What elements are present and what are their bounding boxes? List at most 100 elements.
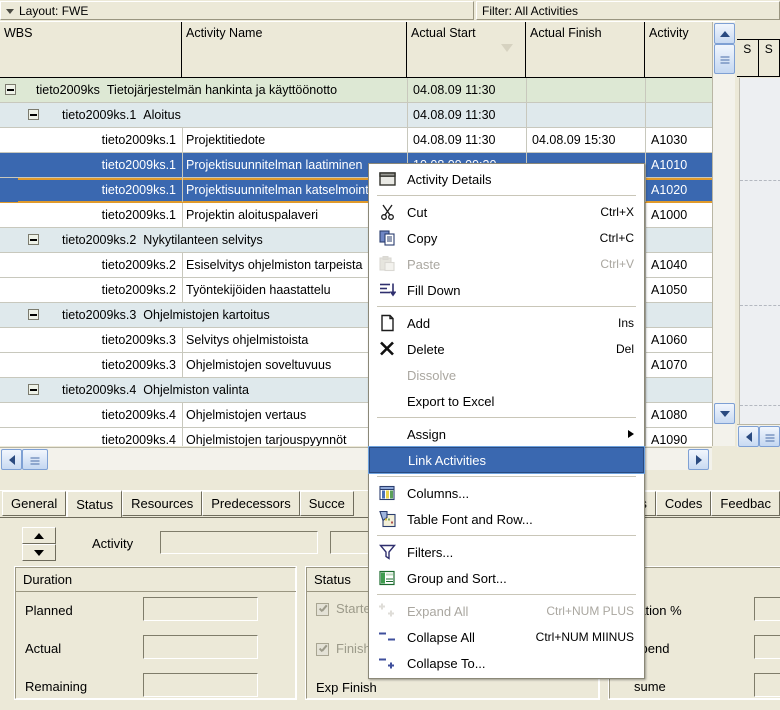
- table-row[interactable]: tieto2009ks.1 Aloitus04.08.09 11:30: [0, 103, 735, 128]
- cell-activity-id: [645, 78, 711, 102]
- gantt-chart-pane[interactable]: S S: [737, 21, 780, 446]
- detail-tabstrip-left[interactable]: General StatusResources Predecessors Succe: [2, 491, 354, 517]
- delete-icon: [379, 341, 396, 358]
- menu-item-collapse-all[interactable]: Collapse AllCtrl+NUM MIINUS: [369, 624, 644, 650]
- tab-label: Codes: [665, 496, 703, 511]
- timescale-day: S: [737, 40, 759, 76]
- menu-item-activity-details[interactable]: Activity Details: [369, 166, 644, 192]
- scroll-up-button[interactable]: [714, 23, 735, 44]
- cell-actual-start: 04.08.09 11:30: [407, 128, 525, 152]
- column-header-activity-name[interactable]: Activity Name: [182, 22, 407, 78]
- menu-item-add[interactable]: AddIns: [369, 310, 644, 336]
- column-header-activity[interactable]: Activity: [645, 22, 712, 78]
- menu-item-group-and-sort[interactable]: Group and Sort...: [369, 565, 644, 591]
- sort-descending-icon: [501, 44, 513, 52]
- scroll-thumb[interactable]: [759, 426, 780, 447]
- collapse-expander-icon[interactable]: [28, 309, 39, 320]
- menu-item-label: Expand All: [407, 604, 468, 619]
- table-row[interactable]: tieto2009ks Tietojärjestelmän hankinta j…: [0, 78, 735, 103]
- menu-separator: [377, 476, 636, 477]
- scroll-down-button[interactable]: [714, 403, 735, 424]
- spinner-up-button[interactable]: [22, 527, 56, 544]
- menu-item-label: Columns...: [407, 486, 469, 501]
- menu-item-label: Link Activities: [408, 453, 486, 468]
- menu-item-table-font-and-row[interactable]: Table Font and Row...: [369, 506, 644, 532]
- tab-succe[interactable]: Succe: [300, 491, 354, 516]
- menu-item-columns[interactable]: Columns...: [369, 480, 644, 506]
- activity-context-menu[interactable]: Activity DetailsCutCtrl+XCopyCtrl+CPaste…: [368, 163, 645, 679]
- grid-vertical-scrollbar[interactable]: [712, 22, 735, 446]
- spinner-down-button[interactable]: [22, 544, 56, 561]
- filter-selector[interactable]: Filter: All Activities: [476, 1, 780, 20]
- layout-selector[interactable]: Layout: FWE: [0, 1, 474, 20]
- cell-activity-id: A1030: [645, 128, 711, 152]
- collapse-expander-icon[interactable]: [28, 109, 39, 120]
- menu-item-filters[interactable]: Filters...: [369, 539, 644, 565]
- scroll-right-button[interactable]: [688, 449, 709, 470]
- column-header-actual-finish[interactable]: Actual Finish: [526, 22, 645, 78]
- gantt-bars-area[interactable]: [739, 78, 780, 424]
- resume-input[interactable]: [754, 673, 780, 697]
- menu-item-expand-all: Expand AllCtrl+NUM PLUS: [369, 598, 644, 624]
- filter-icon: [379, 544, 396, 561]
- menu-separator: [377, 594, 636, 595]
- tab-codes[interactable]: Codes: [656, 491, 712, 516]
- activity-id-input[interactable]: [160, 531, 318, 554]
- chevron-down-icon: [6, 9, 14, 14]
- finished-checkbox[interactable]: [316, 643, 329, 656]
- actual-duration-input[interactable]: [143, 635, 258, 659]
- started-checkbox[interactable]: [316, 603, 329, 616]
- column-header-actual-start[interactable]: Actual Start: [407, 22, 526, 78]
- tab-label: General: [11, 496, 57, 511]
- collapse-expander-icon[interactable]: [28, 234, 39, 245]
- scroll-thumb[interactable]: [22, 449, 48, 470]
- duration-percent-input[interactable]: [754, 597, 780, 621]
- scroll-left-button[interactable]: [1, 449, 22, 470]
- menu-item-delete[interactable]: DeleteDel: [369, 336, 644, 362]
- menu-item-export-to-excel[interactable]: Export to Excel: [369, 388, 644, 414]
- menu-item-label: Collapse All: [407, 630, 475, 645]
- resume-label: sume: [634, 679, 666, 694]
- tab-predecessors[interactable]: Predecessors: [202, 491, 299, 516]
- tab-resources[interactable]: Resources: [122, 491, 202, 516]
- menu-item-label: Delete: [407, 342, 445, 357]
- cell-wbs: tieto2009ks.4: [0, 403, 182, 427]
- menu-item-collapse-to[interactable]: Collapse To...: [369, 650, 644, 676]
- tab-status[interactable]: Status: [66, 490, 122, 517]
- collapse-expander-icon[interactable]: [28, 384, 39, 395]
- cell-activity-id: A1080: [645, 403, 711, 427]
- menu-item-shortcut: Ctrl+V: [600, 257, 634, 271]
- duration-groupbox: Duration Planned Actual Remaining: [14, 566, 297, 700]
- activity-spinner[interactable]: [22, 527, 56, 561]
- tab-general[interactable]: General: [2, 491, 66, 516]
- collapse-to-icon: [379, 655, 396, 672]
- grip-icon: [765, 432, 774, 441]
- menu-item-fill-down[interactable]: Fill Down: [369, 277, 644, 303]
- menu-item-assign[interactable]: Assign: [369, 421, 644, 447]
- remaining-duration-input[interactable]: [143, 673, 258, 697]
- menu-item-copy[interactable]: CopyCtrl+C: [369, 225, 644, 251]
- gantt-horizontal-scrollbar[interactable]: [737, 424, 780, 447]
- menu-item-label: Fill Down: [407, 283, 460, 298]
- menu-separator: [377, 195, 636, 196]
- cell-activity-name: Projektitiedote: [182, 128, 406, 152]
- scroll-left-button[interactable]: [738, 426, 759, 447]
- planned-duration-input[interactable]: [143, 597, 258, 621]
- menu-item-dissolve: Dissolve: [369, 362, 644, 388]
- chevron-up-icon: [720, 31, 730, 37]
- scroll-thumb[interactable]: [714, 44, 735, 74]
- menu-item-cut[interactable]: CutCtrl+X: [369, 199, 644, 225]
- tab-label: Predecessors: [211, 496, 290, 511]
- collapse-expander-icon[interactable]: [5, 84, 16, 95]
- menu-item-label: Cut: [407, 205, 427, 220]
- cell-activity-id: [645, 303, 711, 327]
- add-icon: [379, 315, 396, 332]
- tab-feedbac[interactable]: Feedbac: [711, 491, 780, 516]
- column-header-wbs[interactable]: WBS: [0, 22, 182, 78]
- cell-actual-start: 04.08.09 11:30: [407, 103, 525, 127]
- detail-tabstrip-right[interactable]: sCodesFeedbac: [631, 491, 780, 517]
- table-row[interactable]: tieto2009ks.1Projektitiedote04.08.09 11:…: [0, 128, 735, 153]
- menu-item-link-activities[interactable]: Link Activities: [369, 447, 644, 473]
- cell-activity-id: A1000: [645, 203, 711, 227]
- suspend-input[interactable]: [754, 635, 780, 659]
